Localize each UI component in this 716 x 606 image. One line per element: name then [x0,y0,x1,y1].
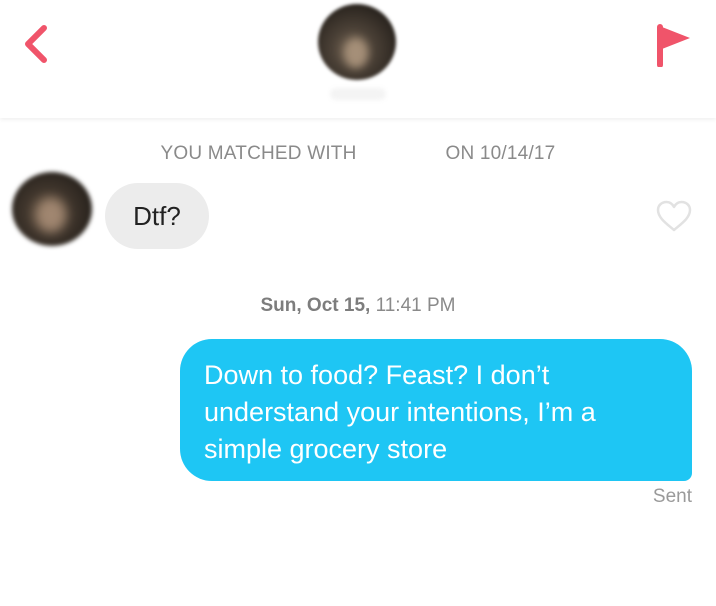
outgoing-message-text: Down to food? Feast? I don’t understand … [204,360,596,464]
chat-header [0,0,716,118]
incoming-message: Dtf? [105,183,209,249]
match-prefix: YOU MATCHED WITH [160,143,357,164]
message-timestamp: Sun, Oct 15, 11:41 PM [0,295,716,317]
match-date-line: YOU MATCHED WITH ON 10/14/17 [0,143,716,165]
back-button[interactable] [14,22,58,66]
chevron-left-icon [25,25,47,63]
heart-outline-icon [656,200,692,232]
flag-icon [657,24,690,67]
report-button[interactable] [648,20,698,70]
like-message-button[interactable] [652,194,696,238]
outgoing-message: Down to food? Feast? I don’t understand … [180,339,692,481]
timestamp-time: 11:41 PM [375,295,456,316]
match-name-redacted [330,88,386,100]
timestamp-day: Sun, Oct 15, [260,295,371,316]
match-avatar[interactable] [318,4,396,80]
sender-avatar[interactable] [12,172,92,246]
incoming-message-text: Dtf? [133,200,181,231]
match-suffix: ON 10/14/17 [445,143,556,164]
sent-status: Sent [652,486,692,507]
